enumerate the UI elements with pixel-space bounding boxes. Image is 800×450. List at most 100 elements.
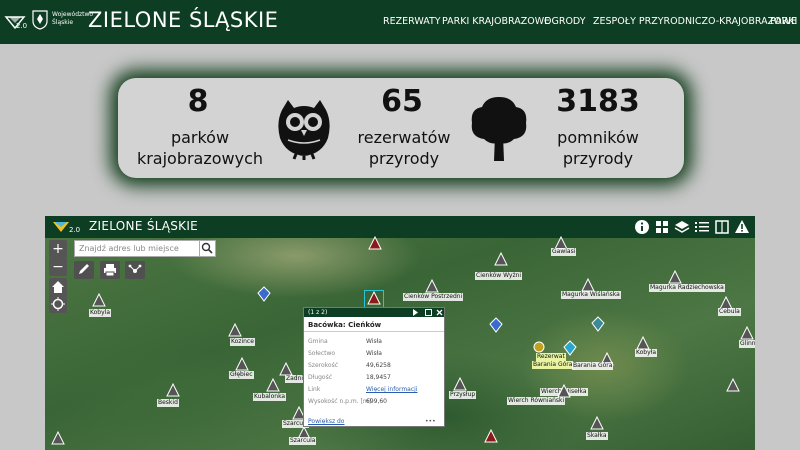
- map-label: Rezerwat: [536, 353, 566, 361]
- pencil-icon: [79, 264, 89, 274]
- nav-rezerwaty[interactable]: REZERWATY: [383, 16, 441, 27]
- selected-shelter-icon[interactable]: [367, 291, 381, 307]
- map-label: Skałka: [586, 432, 608, 440]
- reserves-count: 65: [381, 84, 423, 119]
- popup-field-label: Wysokość n.p.m. [m]: [308, 398, 372, 405]
- reserves-label-line2: przyrody: [368, 149, 440, 168]
- popup-field-label: Gmina: [308, 338, 328, 345]
- shelter-pin-icon[interactable]: [257, 286, 271, 302]
- monuments-label-line2: przyrody: [562, 149, 634, 168]
- top-navigation-bar: 2.0 Województwo Śląskie ZIELONE ŚLĄSKIE …: [0, 0, 800, 44]
- parks-count: 8: [187, 84, 209, 119]
- map-label: Kubalonka: [253, 393, 287, 401]
- more-actions-button[interactable]: •••: [425, 418, 436, 425]
- measure-icon: [128, 264, 142, 273]
- popup-field-value: 699,60: [366, 398, 387, 405]
- peak-pin-icon[interactable]: [266, 378, 280, 394]
- map-label: Kozince: [230, 338, 255, 346]
- search-input[interactable]: Znajdź adres lub miejsce: [74, 240, 200, 257]
- map-logo-icon: [53, 222, 69, 232]
- nav-parki-krajobrazowe[interactable]: PARKI KRAJOBRAZOWE: [442, 16, 550, 27]
- basemap-gallery-icon[interactable]: [654, 219, 670, 235]
- popup-field-label: Długość: [308, 374, 333, 381]
- zoom-out-button[interactable]: −: [49, 258, 67, 276]
- popup-field-label: Link: [308, 386, 321, 393]
- print-icon: [104, 264, 116, 277]
- feature-popup: (1 z 2) Bacówka: Cieńków Gmina Wisła Soł…: [303, 307, 445, 427]
- search-button[interactable]: [199, 240, 216, 257]
- warning-icon[interactable]: [734, 219, 750, 235]
- map-label: Gawlasi: [551, 248, 577, 256]
- more-info-link[interactable]: Więcej informacji: [366, 386, 418, 393]
- tree-icon: [471, 97, 527, 161]
- map-label: Barania Góra: [532, 361, 574, 369]
- map-label: Cebula: [718, 308, 741, 316]
- owl-icon: [278, 100, 330, 160]
- popup-counter: (1 z 2): [308, 309, 328, 316]
- shelter-pin-icon[interactable]: [368, 236, 382, 252]
- map-book-icon[interactable]: [714, 219, 730, 235]
- monuments-label-line1: pomników: [557, 128, 639, 147]
- peak-pin-icon[interactable]: [51, 431, 65, 447]
- measure-button[interactable]: [125, 261, 145, 279]
- shelter-pin-icon[interactable]: [489, 317, 503, 333]
- parks-label: parków krajobrazowych: [130, 127, 270, 169]
- nav-zespoly[interactable]: ZESPOŁY PRZYRODNICZO-KRAJOBRAZOWE: [593, 16, 797, 27]
- zoom-to-link[interactable]: Powiększ do: [308, 418, 344, 425]
- shelter-pin-icon[interactable]: [563, 340, 577, 356]
- popup-field-value: Wisła: [366, 350, 382, 357]
- region-label: Województwo Śląskie: [52, 11, 94, 26]
- site-title[interactable]: ZIELONE ŚLĄSKIE: [88, 8, 278, 32]
- monuments-count: 3183: [556, 84, 640, 119]
- peak-pin-icon[interactable]: [92, 293, 106, 309]
- map-viewer[interactable]: 2.0 ZIELONE ŚLĄSKIE + − Znajdź adres lub…: [45, 216, 755, 450]
- map-label: Glinne: [739, 340, 755, 348]
- map-title: ZIELONE ŚLĄSKIE: [89, 219, 199, 233]
- close-icon[interactable]: [436, 309, 443, 316]
- version-label: 2.0: [16, 22, 28, 30]
- popup-field-value: 49,6258: [366, 362, 391, 369]
- search-icon: [201, 242, 213, 254]
- map-label: Cienków Postrzedni: [403, 293, 464, 301]
- peak-pin-icon[interactable]: [494, 252, 508, 268]
- map-label: Głębiec: [229, 371, 254, 379]
- shelter-pin-icon[interactable]: [591, 316, 605, 332]
- legend-list-icon[interactable]: [694, 219, 710, 235]
- home-button[interactable]: [49, 278, 67, 296]
- info-icon[interactable]: [634, 219, 650, 235]
- locate-icon: [51, 297, 65, 311]
- popup-header: (1 z 2): [304, 308, 444, 317]
- peak-pin-icon[interactable]: [228, 323, 242, 339]
- draw-button[interactable]: [74, 261, 94, 279]
- popup-title: Bacówka: Cieńków: [304, 317, 444, 332]
- zoom-in-button[interactable]: +: [49, 240, 67, 258]
- crest-icon: [32, 10, 48, 30]
- map-label: Magurka Radziechowska: [649, 284, 725, 292]
- locate-button[interactable]: [49, 295, 67, 313]
- nav-ogrody[interactable]: OGRODY: [544, 16, 586, 27]
- popup-field-value: Wisła: [366, 338, 382, 345]
- shelter-pin-icon[interactable]: [484, 429, 498, 445]
- maximize-icon[interactable]: [425, 309, 432, 316]
- peak-pin-icon[interactable]: [726, 378, 740, 394]
- map-label: Szarcula: [289, 437, 317, 445]
- popup-field-value: 18,9457: [366, 374, 391, 381]
- popup-field-label: Sołectwo: [308, 350, 336, 357]
- reserves-label: rezerwatów przyrody: [334, 127, 474, 169]
- next-feature-icon[interactable]: [412, 309, 419, 316]
- peak-pin-icon[interactable]: [590, 416, 604, 432]
- print-button[interactable]: [100, 261, 120, 279]
- monuments-label: pomników przyrody: [528, 127, 668, 169]
- parks-label-line2: krajobrazowych: [136, 149, 264, 168]
- reserves-label-line1: rezerwatów: [357, 128, 451, 147]
- map-version: 2.0: [69, 226, 81, 234]
- parks-label-line1: parków: [170, 128, 230, 147]
- map-label: Kobyła: [635, 349, 658, 357]
- map-label: Beskid: [157, 399, 179, 407]
- nav-parki[interactable]: PARKI: [770, 16, 797, 27]
- home-icon: [52, 281, 64, 293]
- peak-pin-icon[interactable]: [166, 383, 180, 399]
- map-label: Wierch Równiański: [507, 397, 566, 405]
- map-label: Barania Góra: [572, 362, 614, 370]
- layers-icon[interactable]: [674, 219, 690, 235]
